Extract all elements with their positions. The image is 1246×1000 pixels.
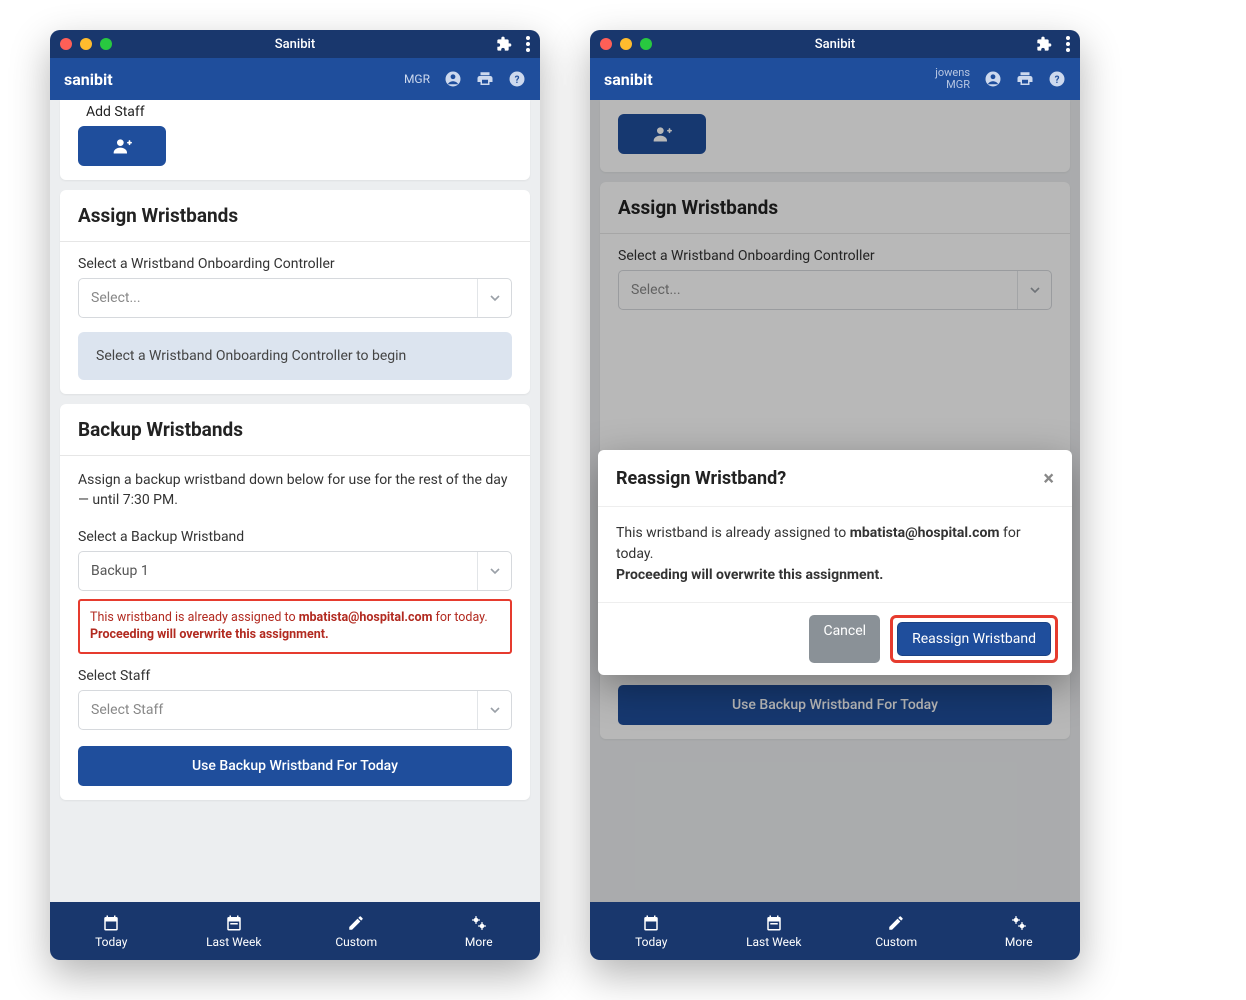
backup-select-value: Backup 1 <box>91 563 149 579</box>
extension-icon[interactable] <box>496 36 512 52</box>
user-icon[interactable] <box>444 70 462 88</box>
svg-text:?: ? <box>1055 75 1060 86</box>
chevron-down-icon <box>489 704 501 716</box>
staff-select[interactable]: Select Staff <box>78 690 512 730</box>
modal-title: Reassign Wristband? <box>616 468 786 489</box>
more-vertical-icon[interactable] <box>1066 36 1070 52</box>
nav-more[interactable]: More <box>958 902 1081 960</box>
window-title: Sanibit <box>815 37 855 52</box>
gears-icon <box>1010 914 1028 932</box>
close-icon[interactable] <box>60 38 72 50</box>
assign-heading: Assign Wristbands <box>60 190 530 242</box>
nav-custom[interactable]: Custom <box>295 902 418 960</box>
maximize-icon[interactable] <box>640 38 652 50</box>
chevron-down-icon <box>489 565 501 577</box>
controller-info: Select a Wristband Onboarding Controller… <box>78 332 512 380</box>
edit-icon <box>887 914 905 932</box>
chevron-down-icon <box>489 292 501 304</box>
print-icon[interactable] <box>1016 70 1034 88</box>
user-role-label: MGR <box>404 72 430 86</box>
calendar-week-icon <box>765 914 783 932</box>
minimize-icon[interactable] <box>80 38 92 50</box>
reassign-highlight: Reassign Wristband <box>890 615 1058 663</box>
gears-icon <box>470 914 488 932</box>
nav-custom[interactable]: Custom <box>835 902 958 960</box>
bottom-nav: Today Last Week Custom More <box>590 902 1080 960</box>
use-backup-button[interactable]: Use Backup Wristband For Today <box>78 746 512 786</box>
brand: sanibit <box>64 70 113 89</box>
window-titlebar: Sanibit <box>50 30 540 58</box>
edit-icon <box>347 914 365 932</box>
window-titlebar: Sanibit <box>590 30 1080 58</box>
calendar-today-icon <box>102 914 120 932</box>
device-left: Sanibit sanibit MGR ? Add Staff Assign W… <box>50 30 540 960</box>
modal-body: This wristband is already assigned to mb… <box>598 507 1072 603</box>
app-bar: sanibit MGR ? <box>50 58 540 100</box>
reassign-button[interactable]: Reassign Wristband <box>897 622 1051 656</box>
add-staff-label: Add Staff <box>86 104 512 120</box>
app-bar: sanibit jowens MGR ? <box>590 58 1080 100</box>
controller-select[interactable]: Select... <box>78 278 512 318</box>
calendar-today-icon <box>642 914 660 932</box>
user-label: jowens MGR <box>935 67 970 91</box>
extension-icon[interactable] <box>1036 36 1052 52</box>
help-icon[interactable]: ? <box>1048 70 1066 88</box>
backup-description: Assign a backup wristband down below for… <box>78 470 512 511</box>
staff-select-placeholder: Select Staff <box>91 702 163 718</box>
svg-text:?: ? <box>515 75 520 86</box>
content-area: Add Staff Assign Wristbands Select a Wri… <box>50 100 540 902</box>
content-area: Assign Wristbands Select a Wristband Onb… <box>590 100 1080 902</box>
backup-warning: This wristband is already assigned to mb… <box>78 599 512 654</box>
window-title: Sanibit <box>275 37 315 52</box>
device-right: Sanibit sanibit jowens MGR ? Assi <box>590 30 1080 960</box>
calendar-week-icon <box>225 914 243 932</box>
controller-select-placeholder: Select... <box>91 290 141 306</box>
close-icon[interactable] <box>600 38 612 50</box>
add-staff-button[interactable] <box>78 126 166 166</box>
user-icon[interactable] <box>984 70 1002 88</box>
minimize-icon[interactable] <box>620 38 632 50</box>
reassign-modal: Reassign Wristband? × This wristband is … <box>598 450 1072 675</box>
controller-label: Select a Wristband Onboarding Controller <box>78 256 512 272</box>
nav-last-week[interactable]: Last Week <box>173 902 296 960</box>
maximize-icon[interactable] <box>100 38 112 50</box>
backup-select-label: Select a Backup Wristband <box>78 529 512 545</box>
staff-select-label: Select Staff <box>78 668 512 684</box>
nav-today[interactable]: Today <box>50 902 173 960</box>
bottom-nav: Today Last Week Custom More <box>50 902 540 960</box>
person-add-icon <box>112 136 132 156</box>
backup-heading: Backup Wristbands <box>60 404 530 456</box>
print-icon[interactable] <box>476 70 494 88</box>
cancel-button[interactable]: Cancel <box>809 615 880 663</box>
modal-close-button[interactable]: × <box>1043 466 1054 490</box>
backup-select[interactable]: Backup 1 <box>78 551 512 591</box>
more-vertical-icon[interactable] <box>526 36 530 52</box>
help-icon[interactable]: ? <box>508 70 526 88</box>
brand: sanibit <box>604 70 653 89</box>
nav-today[interactable]: Today <box>590 902 713 960</box>
nav-more[interactable]: More <box>418 902 541 960</box>
nav-last-week[interactable]: Last Week <box>713 902 836 960</box>
